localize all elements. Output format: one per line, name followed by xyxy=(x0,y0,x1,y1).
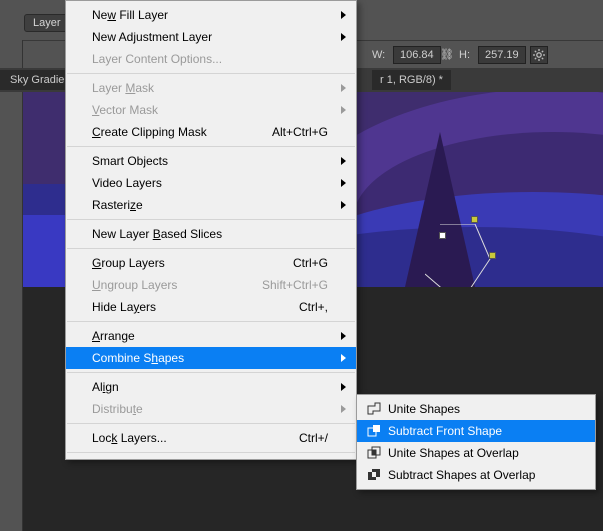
submenu-item-label: Unite Shapes at Overlap xyxy=(388,446,519,460)
anchor-point[interactable] xyxy=(489,252,496,259)
height-label: H: xyxy=(459,49,470,61)
menu-item-label: Layer Mask xyxy=(92,81,154,95)
submenu-arrow-icon xyxy=(341,179,346,187)
menu-separator xyxy=(67,248,355,249)
height-field[interactable]: 257.19 xyxy=(478,46,526,64)
menu-item[interactable]: New Fill Layer xyxy=(66,4,356,26)
menu-item-label: New Fill Layer xyxy=(92,8,168,22)
menu-item: Ungroup Layers Shift+Ctrl+G xyxy=(66,274,356,296)
menu-item[interactable]: Group Layers Ctrl+G xyxy=(66,252,356,274)
menu-shortcut: Alt+Ctrl+G xyxy=(272,125,328,139)
menu-item[interactable]: Video Layers xyxy=(66,172,356,194)
menu-item[interactable]: Arrange xyxy=(66,325,356,347)
menu-separator xyxy=(67,423,355,424)
menu-item-label: Hide Layers xyxy=(92,300,156,314)
menu-item[interactable]: Align xyxy=(66,376,356,398)
submenu-item[interactable]: Subtract Shapes at Overlap xyxy=(357,464,595,486)
menu-item-label: New Adjustment Layer xyxy=(92,30,212,44)
unite-icon xyxy=(367,402,381,416)
menu-item: Vector Mask xyxy=(66,99,356,121)
menu-item: Layer Content Options... xyxy=(66,48,356,70)
menu-shortcut: Ctrl+, xyxy=(299,300,328,314)
intersect-icon xyxy=(367,446,381,460)
submenu-item-label: Subtract Front Shape xyxy=(388,424,502,438)
submenu-arrow-icon xyxy=(341,332,346,340)
combine-shapes-submenu: Unite Shapes Subtract Front Shape Unite Sh… xyxy=(356,394,596,490)
left-sidebar xyxy=(0,40,23,531)
menu-separator xyxy=(67,219,355,220)
menu-shortcut: Ctrl+G xyxy=(293,256,328,270)
submenu-arrow-icon xyxy=(341,84,346,92)
menu-item-label: Arrange xyxy=(92,329,135,343)
subtract-icon xyxy=(367,424,381,438)
submenu-arrow-icon xyxy=(341,405,346,413)
submenu-arrow-icon xyxy=(341,11,346,19)
menu-item-label: Ungroup Layers xyxy=(92,278,177,292)
width-field[interactable]: 106.84 xyxy=(393,46,441,64)
menu-item: Layer Mask xyxy=(66,77,356,99)
menu-item[interactable]: New Layer Based Slices xyxy=(66,223,356,245)
submenu-arrow-icon xyxy=(341,383,346,391)
menu-separator xyxy=(67,321,355,322)
submenu-arrow-icon xyxy=(341,354,346,362)
menu-item-label: Smart Objects xyxy=(92,154,168,168)
submenu-arrow-icon xyxy=(341,157,346,165)
tab-document-2[interactable]: r 1, RGB/8) * xyxy=(372,70,451,90)
menu-shortcut: Ctrl+/ xyxy=(299,431,328,445)
menu-item-label: New Layer Based Slices xyxy=(92,227,222,241)
menu-item-label: Video Layers xyxy=(92,176,162,190)
gear-icon[interactable] xyxy=(530,46,548,64)
menu-item-label: Create Clipping Mask xyxy=(92,125,207,139)
menu-separator xyxy=(67,146,355,147)
menu-item[interactable]: New Adjustment Layer xyxy=(66,26,356,48)
menu-item-label: Group Layers xyxy=(92,256,165,270)
submenu-arrow-icon xyxy=(341,106,346,114)
menu-item-label: Combine Shapes xyxy=(92,351,184,365)
menu-item[interactable]: Lock Layers... Ctrl+/ xyxy=(66,427,356,449)
menu-item-label: Layer Content Options... xyxy=(92,52,222,66)
submenu-item-label: Subtract Shapes at Overlap xyxy=(388,468,535,482)
menu-item-label: Align xyxy=(92,380,119,394)
width-label: W: xyxy=(372,49,385,61)
anchor-point[interactable] xyxy=(471,216,478,223)
submenu-item-label: Unite Shapes xyxy=(388,402,460,416)
menu-item-label: Lock Layers... xyxy=(92,431,167,445)
menu-item[interactable]: Hide Layers Ctrl+, xyxy=(66,296,356,318)
link-wh-icon[interactable]: ⛓ xyxy=(440,48,454,61)
submenu-arrow-icon xyxy=(341,201,346,209)
menu-item[interactable]: Create Clipping Mask Alt+Ctrl+G xyxy=(66,121,356,143)
menu-shortcut: Shift+Ctrl+G xyxy=(262,278,328,292)
submenu-item[interactable]: Unite Shapes xyxy=(357,398,595,420)
menu-item: Distribute xyxy=(66,398,356,420)
menu-separator xyxy=(67,73,355,74)
menu-item[interactable]: Smart Objects xyxy=(66,150,356,172)
menu-item[interactable]: Rasterize xyxy=(66,194,356,216)
menu-item-label: Distribute xyxy=(92,402,143,416)
layer-context-menu: New Fill Layer New Adjustment Layer Layer … xyxy=(65,0,357,460)
submenu-item[interactable]: Unite Shapes at Overlap xyxy=(357,442,595,464)
submenu-arrow-icon xyxy=(341,33,346,41)
layer-menu-button[interactable]: Layer xyxy=(24,14,70,32)
menu-item-label: Rasterize xyxy=(92,198,143,212)
submenu-item[interactable]: Subtract Front Shape xyxy=(357,420,595,442)
menu-item[interactable]: Combine Shapes xyxy=(66,347,356,369)
menu-separator xyxy=(67,372,355,373)
anchor-point-selected[interactable] xyxy=(439,232,446,239)
exclude-icon xyxy=(367,468,381,482)
menu-item-label: Vector Mask xyxy=(92,103,158,117)
menu-separator xyxy=(67,452,355,453)
